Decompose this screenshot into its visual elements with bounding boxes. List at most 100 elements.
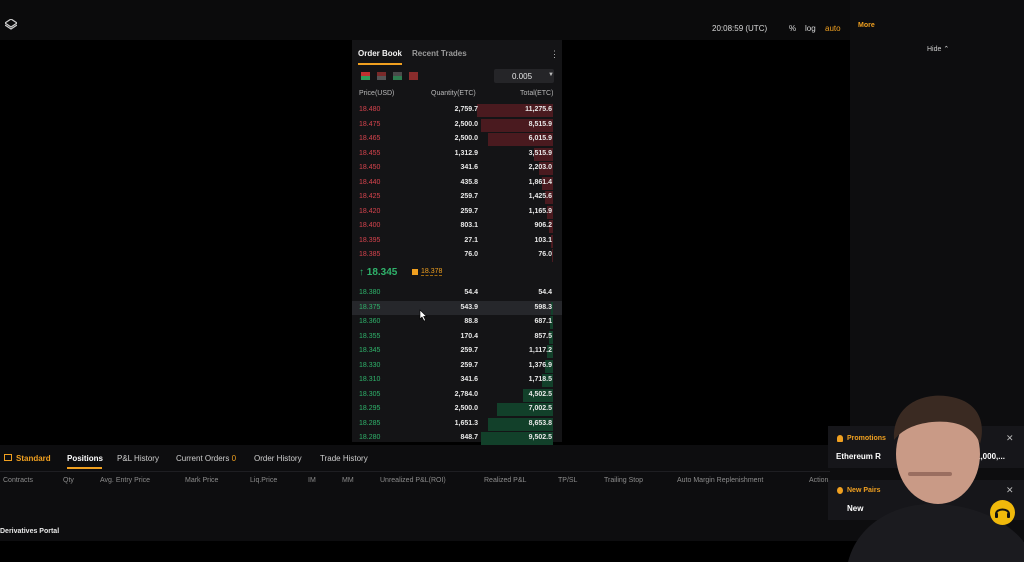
price-cell: 18.425 xyxy=(359,193,381,200)
orderbook-row[interactable]: 18.375 543.9 598.3 xyxy=(352,300,562,315)
orderbook-row[interactable]: 18.420 259.7 1,165.9 xyxy=(352,205,562,219)
price-cell: 18.330 xyxy=(359,361,381,369)
quantity-cell: 170.4 xyxy=(460,332,478,340)
total-cell: 76.0 xyxy=(538,251,552,258)
price-cell: 18.355 xyxy=(359,332,381,340)
standard-icon xyxy=(4,454,12,461)
tick-size-value: 0.005 xyxy=(512,72,533,81)
headset-icon xyxy=(995,508,1010,518)
orderbook-row[interactable]: 18.330 259.7 1,376.9 xyxy=(352,359,562,373)
price-cell: 18.310 xyxy=(359,376,381,383)
price-cell: 18.420 xyxy=(359,207,381,215)
orderbook-row[interactable]: 18.440 435.8 1,861.4 xyxy=(352,176,562,190)
orderbook-row[interactable]: 18.380 54.4 54.4 xyxy=(352,286,562,300)
price-cell: 18.385 xyxy=(359,251,381,258)
mouse-pointer-icon xyxy=(419,309,428,322)
orderbook-row[interactable]: 18.450 341.6 2,203.0 xyxy=(352,161,562,175)
hide-button[interactable]: Hide ⌃ xyxy=(927,45,949,53)
top-bar: 20:08:59 (UTC) % log auto xyxy=(0,0,850,40)
quantity-cell: 1,312.9 xyxy=(454,149,478,157)
price-cell: 18.375 xyxy=(359,303,381,311)
view-depth-icon[interactable] xyxy=(409,72,418,80)
current-orders-label: Current Orders xyxy=(176,454,230,463)
price-cell: 18.465 xyxy=(359,135,381,142)
auto-toggle[interactable]: auto xyxy=(825,24,841,33)
column-header: Contracts xyxy=(3,477,33,484)
tab-recent-trades[interactable]: Recent Trades xyxy=(412,49,467,58)
column-header: Realized P&L xyxy=(484,477,527,484)
total-cell: 8,515.9 xyxy=(528,120,552,128)
hide-label: Hide xyxy=(927,46,942,53)
tab-trade-history[interactable]: Trade History xyxy=(320,454,368,463)
orderbook-row[interactable]: 18.355 170.4 857.5 xyxy=(352,330,562,344)
column-header: TP/SL xyxy=(558,477,578,484)
orderbook-row[interactable]: 18.310 341.6 1,718.5 xyxy=(352,373,562,387)
price-cell: 18.360 xyxy=(359,318,381,325)
orderbook-row[interactable]: 18.400 803.1 906.2 xyxy=(352,219,562,233)
quantity-cell: 2,500.0 xyxy=(454,405,478,412)
utc-clock: 20:08:59 (UTC) xyxy=(712,24,768,33)
total-cell: 7,002.5 xyxy=(528,405,552,412)
orderbook-row[interactable]: 18.425 259.7 1,425.6 xyxy=(352,190,562,204)
orderbook-row[interactable]: 18.345 259.7 1,117.2 xyxy=(352,344,562,358)
orderbook-row[interactable]: 18.465 2,500.0 6,015.9 xyxy=(352,132,562,146)
order-book-panel: Order Book Recent Trades ⋮ 0.005 ▼ Price… xyxy=(352,40,562,445)
depth-bar xyxy=(552,249,553,262)
orderbook-row[interactable]: 18.385 76.0 76.0 xyxy=(352,248,562,262)
price-cell: 18.455 xyxy=(359,149,381,157)
log-toggle[interactable]: log xyxy=(805,24,816,33)
column-header: Action xyxy=(809,477,829,484)
tab-current-orders[interactable]: Current Orders 0 xyxy=(176,454,236,463)
column-header: MM xyxy=(342,477,354,484)
price-header: Price(USD) xyxy=(359,90,395,97)
orderbook-row[interactable]: 18.455 1,312.9 3,515.9 xyxy=(352,147,562,161)
total-cell: 54.4 xyxy=(538,289,552,296)
active-tab-indicator xyxy=(67,467,102,469)
total-cell: 11,275.6 xyxy=(525,106,552,113)
view-bids-icon[interactable] xyxy=(393,72,402,80)
chevron-down-icon: ▼ xyxy=(548,72,554,78)
quantity-cell: 259.7 xyxy=(460,207,478,215)
percent-toggle[interactable]: % xyxy=(789,24,796,33)
orderbook-row[interactable]: 18.285 1,651.3 8,653.8 xyxy=(352,417,562,431)
column-header: Unrealized P&L(ROI) xyxy=(380,477,446,484)
tab-positions[interactable]: Positions xyxy=(67,454,103,463)
view-asks-icon[interactable] xyxy=(377,72,386,80)
orderbook-row[interactable]: 18.305 2,784.0 4,502.5 xyxy=(352,388,562,402)
total-cell: 6,015.9 xyxy=(528,135,552,142)
column-header: Auto Margin Replenishment xyxy=(677,477,764,484)
view-both-icon[interactable] xyxy=(361,72,370,80)
flag-icon xyxy=(412,269,418,275)
quantity-cell: 543.9 xyxy=(460,303,478,311)
orderbook-row[interactable]: 18.480 2,759.7 11,275.6 xyxy=(352,103,562,117)
total-cell: 2,203.0 xyxy=(528,164,552,171)
support-chat-button[interactable] xyxy=(990,500,1015,525)
derivatives-portal-link[interactable]: Derivatives Portal xyxy=(0,528,59,535)
price-cell: 18.450 xyxy=(359,164,381,171)
quantity-cell: 2,500.0 xyxy=(454,120,478,128)
price-cell: 18.305 xyxy=(359,390,381,398)
total-cell: 1,425.6 xyxy=(528,193,552,200)
orderbook-row[interactable]: 18.280 848.7 9,502.5 xyxy=(352,431,562,445)
more-link[interactable]: More xyxy=(858,22,875,29)
tab-standard[interactable]: Standard xyxy=(16,454,51,463)
orderbook-row[interactable]: 18.360 88.8 687.1 xyxy=(352,315,562,329)
total-cell: 1,718.5 xyxy=(528,376,552,383)
orderbook-row[interactable]: 18.475 2,500.0 8,515.9 xyxy=(352,118,562,132)
quantity-cell: 88.8 xyxy=(464,318,478,325)
quantity-cell: 341.6 xyxy=(460,376,478,383)
tab-order-book[interactable]: Order Book xyxy=(358,49,402,58)
quantity-cell: 1,651.3 xyxy=(454,419,478,427)
tab-pnl-history[interactable]: P&L History xyxy=(117,454,159,463)
total-cell: 9,502.5 xyxy=(528,434,552,441)
divider xyxy=(0,471,830,472)
orderbook-row[interactable]: 18.295 2,500.0 7,002.5 xyxy=(352,402,562,416)
total-cell: 4,502.5 xyxy=(528,390,552,398)
tab-order-history[interactable]: Order History xyxy=(254,454,302,463)
kebab-menu-icon[interactable]: ⋮ xyxy=(550,49,559,60)
active-tab-indicator xyxy=(358,63,402,65)
column-header: Trailing Stop xyxy=(604,477,644,484)
column-header: Avg. Entry Price xyxy=(100,477,151,484)
total-header: Total(ETC) xyxy=(520,90,554,97)
orderbook-row[interactable]: 18.395 27.1 103.1 xyxy=(352,234,562,248)
